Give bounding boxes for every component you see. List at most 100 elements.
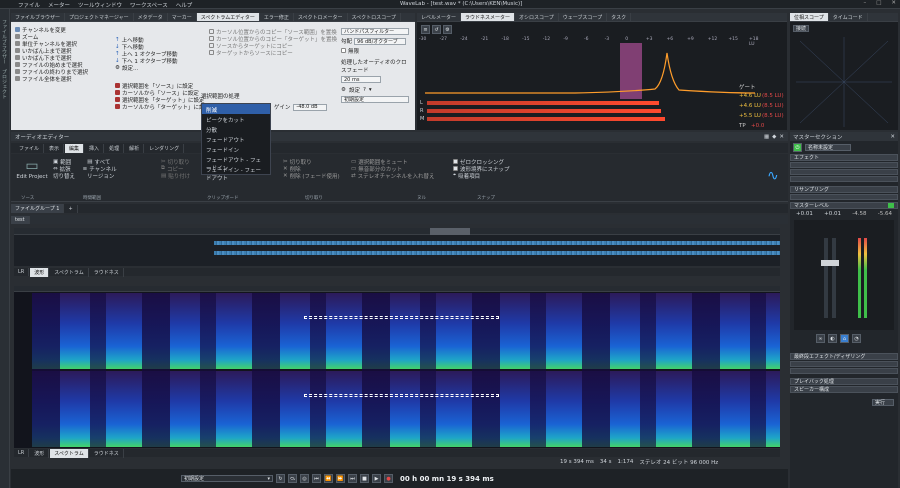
stop-icon[interactable]: ■ bbox=[360, 474, 369, 483]
effect-slot[interactable] bbox=[790, 176, 898, 182]
ribbon-tab-edit[interactable]: 編集 bbox=[65, 143, 85, 153]
spectral-selection-l[interactable] bbox=[304, 316, 499, 319]
resampling-slot[interactable] bbox=[790, 194, 898, 200]
tab-tasks[interactable]: タスク bbox=[607, 13, 632, 21]
replace-item[interactable]: ターゲットからソースにコピー bbox=[209, 49, 349, 57]
preset-select[interactable]: 初期設定 ▾ bbox=[181, 475, 273, 482]
resampling-header[interactable]: リサンプリング bbox=[790, 186, 898, 193]
dim-icon[interactable]: ◔ bbox=[852, 334, 861, 343]
ribbon-tab-file[interactable]: ファイル bbox=[15, 143, 45, 153]
delete-fade-button[interactable]: ✕ 削除 (フェード使用) bbox=[283, 172, 347, 180]
reset-icon[interactable]: ↺ bbox=[432, 25, 441, 34]
tab-file-browser[interactable]: ファイルブラウザー bbox=[11, 13, 66, 21]
tab-project-manager[interactable]: プロジェクトマネージャー bbox=[65, 13, 134, 21]
go-start-icon[interactable]: ⏮ bbox=[312, 474, 321, 483]
ribbon-tab-analyze[interactable]: 解析 bbox=[125, 143, 145, 153]
tab-level-meter[interactable]: レベルメーター bbox=[417, 13, 462, 21]
mute-checkbox[interactable]: 無限 bbox=[341, 47, 411, 55]
settings-icon[interactable]: ⚙ bbox=[443, 25, 452, 34]
connect-icon[interactable]: ≡ bbox=[421, 25, 430, 34]
add-group-icon[interactable]: + bbox=[64, 204, 78, 213]
nav-item[interactable]: ファイル全体を選択 bbox=[15, 75, 105, 83]
final-effects-header[interactable]: 最終段エフェクト/ディザリング bbox=[790, 353, 898, 360]
tab-loudness-meter[interactable]: ラウドネスメーター bbox=[461, 13, 516, 21]
move-item[interactable]: ⚙ 設定... bbox=[115, 64, 195, 72]
ribbon-tab-insert[interactable]: 挿入 bbox=[85, 143, 105, 153]
mono-icon[interactable]: ◐ bbox=[828, 334, 837, 343]
main-tab-lr[interactable]: LR bbox=[14, 449, 30, 457]
ribbon-tab-process[interactable]: 処理 bbox=[105, 143, 125, 153]
skip-icon[interactable]: ⤼ bbox=[288, 474, 297, 483]
final-effect-slot[interactable] bbox=[790, 361, 898, 367]
connect-button[interactable]: 接続 bbox=[793, 25, 809, 32]
go-end-icon[interactable]: ⏭ bbox=[348, 474, 357, 483]
tab-metadata[interactable]: メタデータ bbox=[134, 13, 168, 21]
minimize-icon[interactable]: – bbox=[863, 0, 866, 6]
tab-oscilloscope[interactable]: オシロスコープ bbox=[515, 13, 559, 21]
close-icon[interactable]: ✕ bbox=[779, 134, 784, 140]
tab-phase-scope[interactable]: 位相スコープ bbox=[790, 13, 829, 21]
overview-tab-loudness[interactable]: ラウドネス bbox=[90, 267, 124, 277]
edit-project-button[interactable]: Edit Project bbox=[15, 174, 49, 180]
effect-slot[interactable] bbox=[790, 169, 898, 175]
tab-spectrometer[interactable]: スペクトロメーター bbox=[294, 13, 348, 21]
overview-tab-spectrum[interactable]: スペクトラム bbox=[50, 267, 89, 277]
filter-select[interactable]: バンドパスフィルター bbox=[341, 28, 409, 35]
ribbon-tab-view[interactable]: 表示 bbox=[45, 143, 65, 153]
spectrogram-view[interactable] bbox=[14, 286, 780, 448]
menu-toolwindow[interactable]: ツールウィンドウ bbox=[78, 1, 122, 9]
dropdown-option[interactable]: 削減 bbox=[202, 104, 270, 114]
maximize-icon[interactable]: □ bbox=[876, 0, 881, 6]
record-icon[interactable]: ● bbox=[384, 474, 393, 483]
dropdown-option[interactable]: フェードアウト bbox=[202, 134, 270, 144]
preset-select[interactable]: 初期設定 bbox=[341, 96, 409, 103]
help-icon[interactable]: ? bbox=[363, 87, 366, 93]
spectral-selection-r[interactable] bbox=[304, 394, 499, 397]
effects-header[interactable]: エフェクト bbox=[790, 154, 898, 161]
tab-marker[interactable]: マーカー bbox=[168, 13, 197, 21]
dropdown-option[interactable]: 分散 bbox=[202, 124, 270, 134]
master-level-header[interactable]: マスターレベル bbox=[790, 202, 898, 209]
speaker-config-header[interactable]: スピーカー構成 bbox=[790, 386, 898, 393]
playback-processing-header[interactable]: プレイバック処理 bbox=[790, 378, 898, 385]
effect-slot[interactable] bbox=[790, 162, 898, 168]
file-tab-test[interactable]: test bbox=[11, 215, 30, 224]
slope-select[interactable]: 96 dB/オクターブ bbox=[354, 37, 407, 45]
link-faders-icon[interactable]: ∞ bbox=[816, 334, 825, 343]
magnet-items-button[interactable]: ⌖ 吸着項目 bbox=[453, 172, 523, 180]
tab-spectrum-editor[interactable]: スペクトラムエディター bbox=[196, 13, 260, 21]
pin-icon[interactable]: ▾ bbox=[369, 87, 372, 93]
overview-tab-lr[interactable]: LR bbox=[14, 268, 30, 276]
forward-icon[interactable]: ⏩ bbox=[336, 474, 345, 483]
dropdown-option[interactable]: フェードイン - フェードアウト bbox=[202, 164, 270, 182]
link-icon[interactable] bbox=[888, 203, 894, 208]
main-tab-loudness[interactable]: ラウドネス bbox=[90, 448, 124, 458]
close-icon[interactable]: ✕ bbox=[890, 134, 895, 140]
lock-icon[interactable]: ⌂ bbox=[840, 334, 849, 343]
menu-workspace[interactable]: ワークスペース bbox=[130, 1, 168, 9]
main-tab-spectrum[interactable]: スペクトラム bbox=[50, 448, 89, 458]
rewind-icon[interactable]: ⏪ bbox=[324, 474, 333, 483]
power-icon[interactable]: ⏻ bbox=[793, 143, 802, 152]
record-mode-icon[interactable]: ◎ bbox=[300, 474, 309, 483]
tab-wavescope[interactable]: ウェーブスコープ bbox=[559, 13, 608, 21]
time-ruler[interactable] bbox=[14, 286, 780, 292]
master-preset-button[interactable]: 名称未設定 bbox=[805, 144, 851, 151]
play-icon[interactable]: ▶ bbox=[372, 474, 381, 483]
close-icon[interactable]: ✕ bbox=[891, 0, 896, 6]
left-tab-file-browser[interactable]: ファイルブラウザー bbox=[1, 19, 8, 64]
loop-icon[interactable]: ↻ bbox=[276, 474, 285, 483]
dropdown-option[interactable]: ピークをカット bbox=[202, 114, 270, 124]
gain-input[interactable]: -48.0 dB bbox=[293, 103, 328, 111]
marker-icon[interactable]: ◆ bbox=[772, 134, 776, 140]
tab-timecode[interactable]: タイムコード bbox=[829, 13, 868, 21]
tab-error-correction[interactable]: エラー修正 bbox=[260, 13, 294, 21]
tab-spectroscope[interactable]: スペクトロスコープ bbox=[348, 13, 401, 21]
left-tab-project[interactable]: プロジェクト bbox=[1, 69, 8, 99]
toggle-button[interactable]: 切り替え リージョン bbox=[53, 172, 153, 180]
menu-meter[interactable]: メーター bbox=[48, 1, 70, 9]
swap-channels-button[interactable]: ⇄ ステレオチャンネルを入れ替え bbox=[351, 172, 447, 180]
ribbon-tab-render[interactable]: レンダリング bbox=[145, 143, 185, 153]
crossfade-input[interactable]: 20 ms bbox=[341, 76, 381, 83]
menu-help[interactable]: ヘルプ bbox=[176, 1, 193, 9]
